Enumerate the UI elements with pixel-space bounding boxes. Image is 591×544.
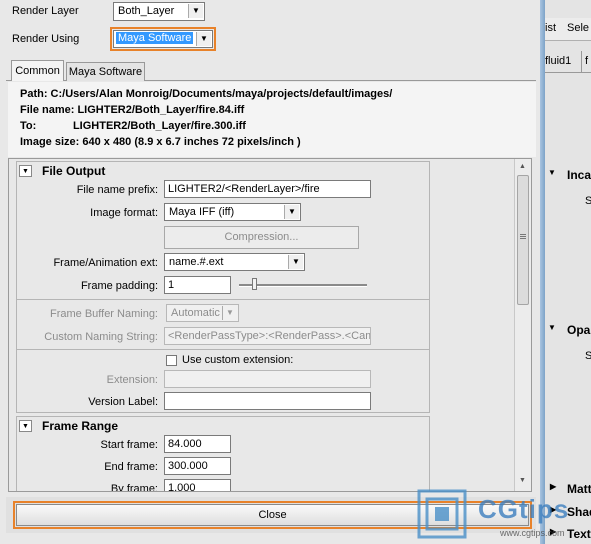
- frame-range-title: Frame Range: [42, 419, 119, 433]
- start-frame-label: Start frame:: [100, 439, 158, 451]
- use-custom-extension-checkbox[interactable]: [166, 355, 177, 366]
- close-label: Close: [258, 509, 287, 521]
- collapse-triangle-icon[interactable]: ▼: [548, 168, 556, 177]
- file-name-prefix-field[interactable]: LIGHTER2/<RenderLayer>/fire: [164, 180, 371, 198]
- render-using-value: Maya Software: [116, 32, 194, 44]
- custom-naming-label: Custom Naming String:: [44, 331, 158, 343]
- start-frame-field[interactable]: 84.000: [164, 435, 231, 453]
- image-format-label: Image format:: [90, 207, 158, 219]
- render-using-label: Render Using: [12, 33, 80, 45]
- collapse-triangle-icon[interactable]: ▼: [19, 420, 32, 432]
- chevron-down-icon: ▼: [284, 205, 299, 219]
- chevron-down-icon: ▼: [196, 32, 211, 46]
- collapse-triangle-icon[interactable]: ▼: [19, 165, 32, 177]
- tab-common-label: Common: [15, 65, 60, 77]
- image-format-dropdown[interactable]: Maya IFF (iff) ▼: [164, 203, 301, 221]
- extension-label: Extension:: [106, 374, 158, 386]
- frame-padding-slider-handle[interactable]: [252, 278, 257, 290]
- render-layer-label: Render Layer: [12, 5, 79, 17]
- frame-ext-label: Frame/Animation ext:: [53, 257, 158, 269]
- info-path: Path: C:/Users/Alan Monroig/Documents/ma…: [20, 88, 393, 100]
- frame-ext-value: name.#.ext: [169, 256, 224, 268]
- compression-button[interactable]: Compression...: [164, 226, 359, 249]
- file-output-title: File Output: [42, 164, 106, 178]
- render-layer-dropdown[interactable]: Both_Layer ▼: [113, 2, 205, 21]
- watermark-url: www.cgtips.com: [500, 528, 565, 538]
- bg-select-menu[interactable]: Sele: [567, 22, 589, 34]
- bg-toolbar: [545, 0, 591, 18]
- bg-opacity-header[interactable]: ▼ Opa: [545, 320, 591, 340]
- bg-s1: S: [585, 195, 591, 207]
- use-custom-extension-label: Use custom extension:: [182, 354, 294, 366]
- background-app-panel: ist Sele fluid1 f ▼ Inca S ▼ Opa S ▶ Mat…: [545, 0, 591, 544]
- tab-common[interactable]: Common: [11, 60, 64, 81]
- tab-maya-software-label: Maya Software: [68, 66, 143, 78]
- settings-scroll-panel: ▲ ▼ ▼ File Output File name prefix: LIGH…: [8, 158, 532, 492]
- chevron-down-icon: ▼: [288, 255, 303, 269]
- end-frame-label: End frame:: [104, 461, 158, 473]
- bg-tab-fluid[interactable]: fluid1: [545, 55, 571, 67]
- chevron-down-icon: ▼: [222, 306, 237, 320]
- frame-range-header[interactable]: ▼ Frame Range: [16, 416, 430, 436]
- by-frame-field[interactable]: 1.000: [164, 479, 231, 491]
- version-label-field[interactable]: [164, 392, 371, 410]
- info-to: To: LIGHTER2/Both_Layer/fire.300.iff: [20, 120, 246, 132]
- custom-naming-field[interactable]: <RenderPassType>:<RenderPass>.<Came: [164, 327, 371, 345]
- chevron-down-icon: ▼: [188, 4, 203, 18]
- compression-label: Compression...: [224, 231, 299, 243]
- render-layer-value: Both_Layer: [118, 5, 175, 17]
- watermark-brand: CGtips: [478, 494, 570, 524]
- render-using-dropdown[interactable]: Maya Software ▼: [113, 30, 213, 48]
- watermark-logo-icon: [417, 489, 467, 539]
- render-settings-window: Render Layer Both_Layer ▼ Render Using M…: [0, 0, 541, 544]
- prefix-label: File name prefix:: [76, 184, 158, 196]
- frame-buffer-value: Automatic: [171, 307, 220, 319]
- frame-ext-dropdown[interactable]: name.#.ext ▼: [164, 253, 305, 271]
- divider: [16, 299, 430, 300]
- divider: [16, 349, 430, 350]
- bg-tab-f[interactable]: f: [585, 55, 588, 67]
- collapse-triangle-icon[interactable]: ▼: [548, 323, 556, 332]
- bg-incandescence-header[interactable]: ▼ Inca: [545, 165, 591, 185]
- frame-buffer-dropdown[interactable]: Automatic ▼: [166, 304, 239, 322]
- frame-padding-slider-track[interactable]: [239, 284, 367, 287]
- bg-tabs: fluid1 f: [545, 51, 591, 73]
- frame-buffer-label: Frame Buffer Naming:: [49, 308, 158, 320]
- info-image-size: Image size: 640 x 480 (8.9 x 6.7 inches …: [20, 136, 301, 148]
- bg-list-menu[interactable]: ist: [545, 22, 556, 34]
- frame-padding-label: Frame padding:: [80, 280, 158, 292]
- by-frame-label: By frame:: [110, 483, 158, 492]
- image-format-value: Maya IFF (iff): [169, 206, 235, 218]
- frame-padding-field[interactable]: 1: [164, 276, 231, 294]
- version-label: Version Label:: [88, 396, 158, 408]
- watermark: CGtips www.cgtips.com: [416, 488, 591, 544]
- bg-menu: ist Sele: [545, 18, 591, 41]
- extension-field[interactable]: [164, 370, 371, 388]
- info-file-name: File name: LIGHTER2/Both_Layer/fire.84.i…: [20, 104, 245, 116]
- end-frame-field[interactable]: 300.000: [164, 457, 231, 475]
- settings-content: ▼ File Output File name prefix: LIGHTER2…: [9, 159, 531, 492]
- file-output-header[interactable]: ▼ File Output: [16, 161, 430, 181]
- tab-maya-software[interactable]: Maya Software: [66, 62, 145, 81]
- bg-s2: S: [585, 350, 591, 362]
